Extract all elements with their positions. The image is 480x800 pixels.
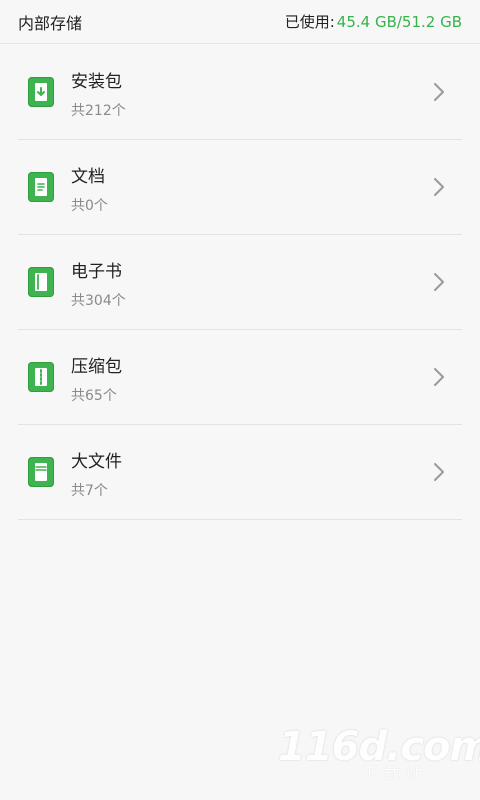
category-count: 共212个 (71, 103, 126, 119)
category-title: 大文件 (71, 452, 122, 472)
page-title: 内部存储 (18, 13, 83, 33)
category-item-documents[interactable]: 文档 共0个 (18, 140, 462, 235)
category-count: 共0个 (71, 198, 108, 214)
category-count: 共7个 (71, 483, 108, 499)
large-file-icon (28, 457, 54, 487)
category-list: 安装包 共212个 文档 共0个 电子书 共304个 压缩包 共65个 大文件 … (18, 45, 462, 520)
category-count: 共65个 (71, 388, 117, 404)
chevron-right-icon (434, 463, 444, 481)
category-item-ebooks[interactable]: 电子书 共304个 (18, 235, 462, 330)
category-item-large-files[interactable]: 大文件 共7个 (18, 425, 462, 520)
package-icon (28, 77, 54, 107)
chevron-right-icon (434, 83, 444, 101)
storage-header: 内部存储 已使用: 45.4 GB/51.2 GB (0, 0, 480, 44)
ebook-icon (28, 267, 54, 297)
chevron-right-icon (434, 273, 444, 291)
category-title: 安装包 (71, 72, 122, 92)
watermark-logo: 116d.com 下载站 (278, 724, 480, 783)
document-icon (28, 172, 54, 202)
watermark-sub-text: 下载站 (362, 764, 429, 783)
storage-usage: 已使用: 45.4 GB/51.2 GB (285, 11, 462, 32)
category-item-packages[interactable]: 安装包 共212个 (18, 45, 462, 140)
category-count: 共304个 (71, 293, 126, 309)
chevron-right-icon (434, 368, 444, 386)
chevron-right-icon (434, 178, 444, 196)
usage-label: 已使用: (284, 13, 335, 31)
category-title: 电子书 (71, 262, 122, 282)
usage-value: 45.4 GB/51.2 GB (336, 12, 462, 31)
zip-icon (28, 362, 54, 392)
category-title: 文档 (71, 167, 105, 187)
category-item-archives[interactable]: 压缩包 共65个 (18, 330, 462, 425)
category-title: 压缩包 (71, 357, 122, 377)
